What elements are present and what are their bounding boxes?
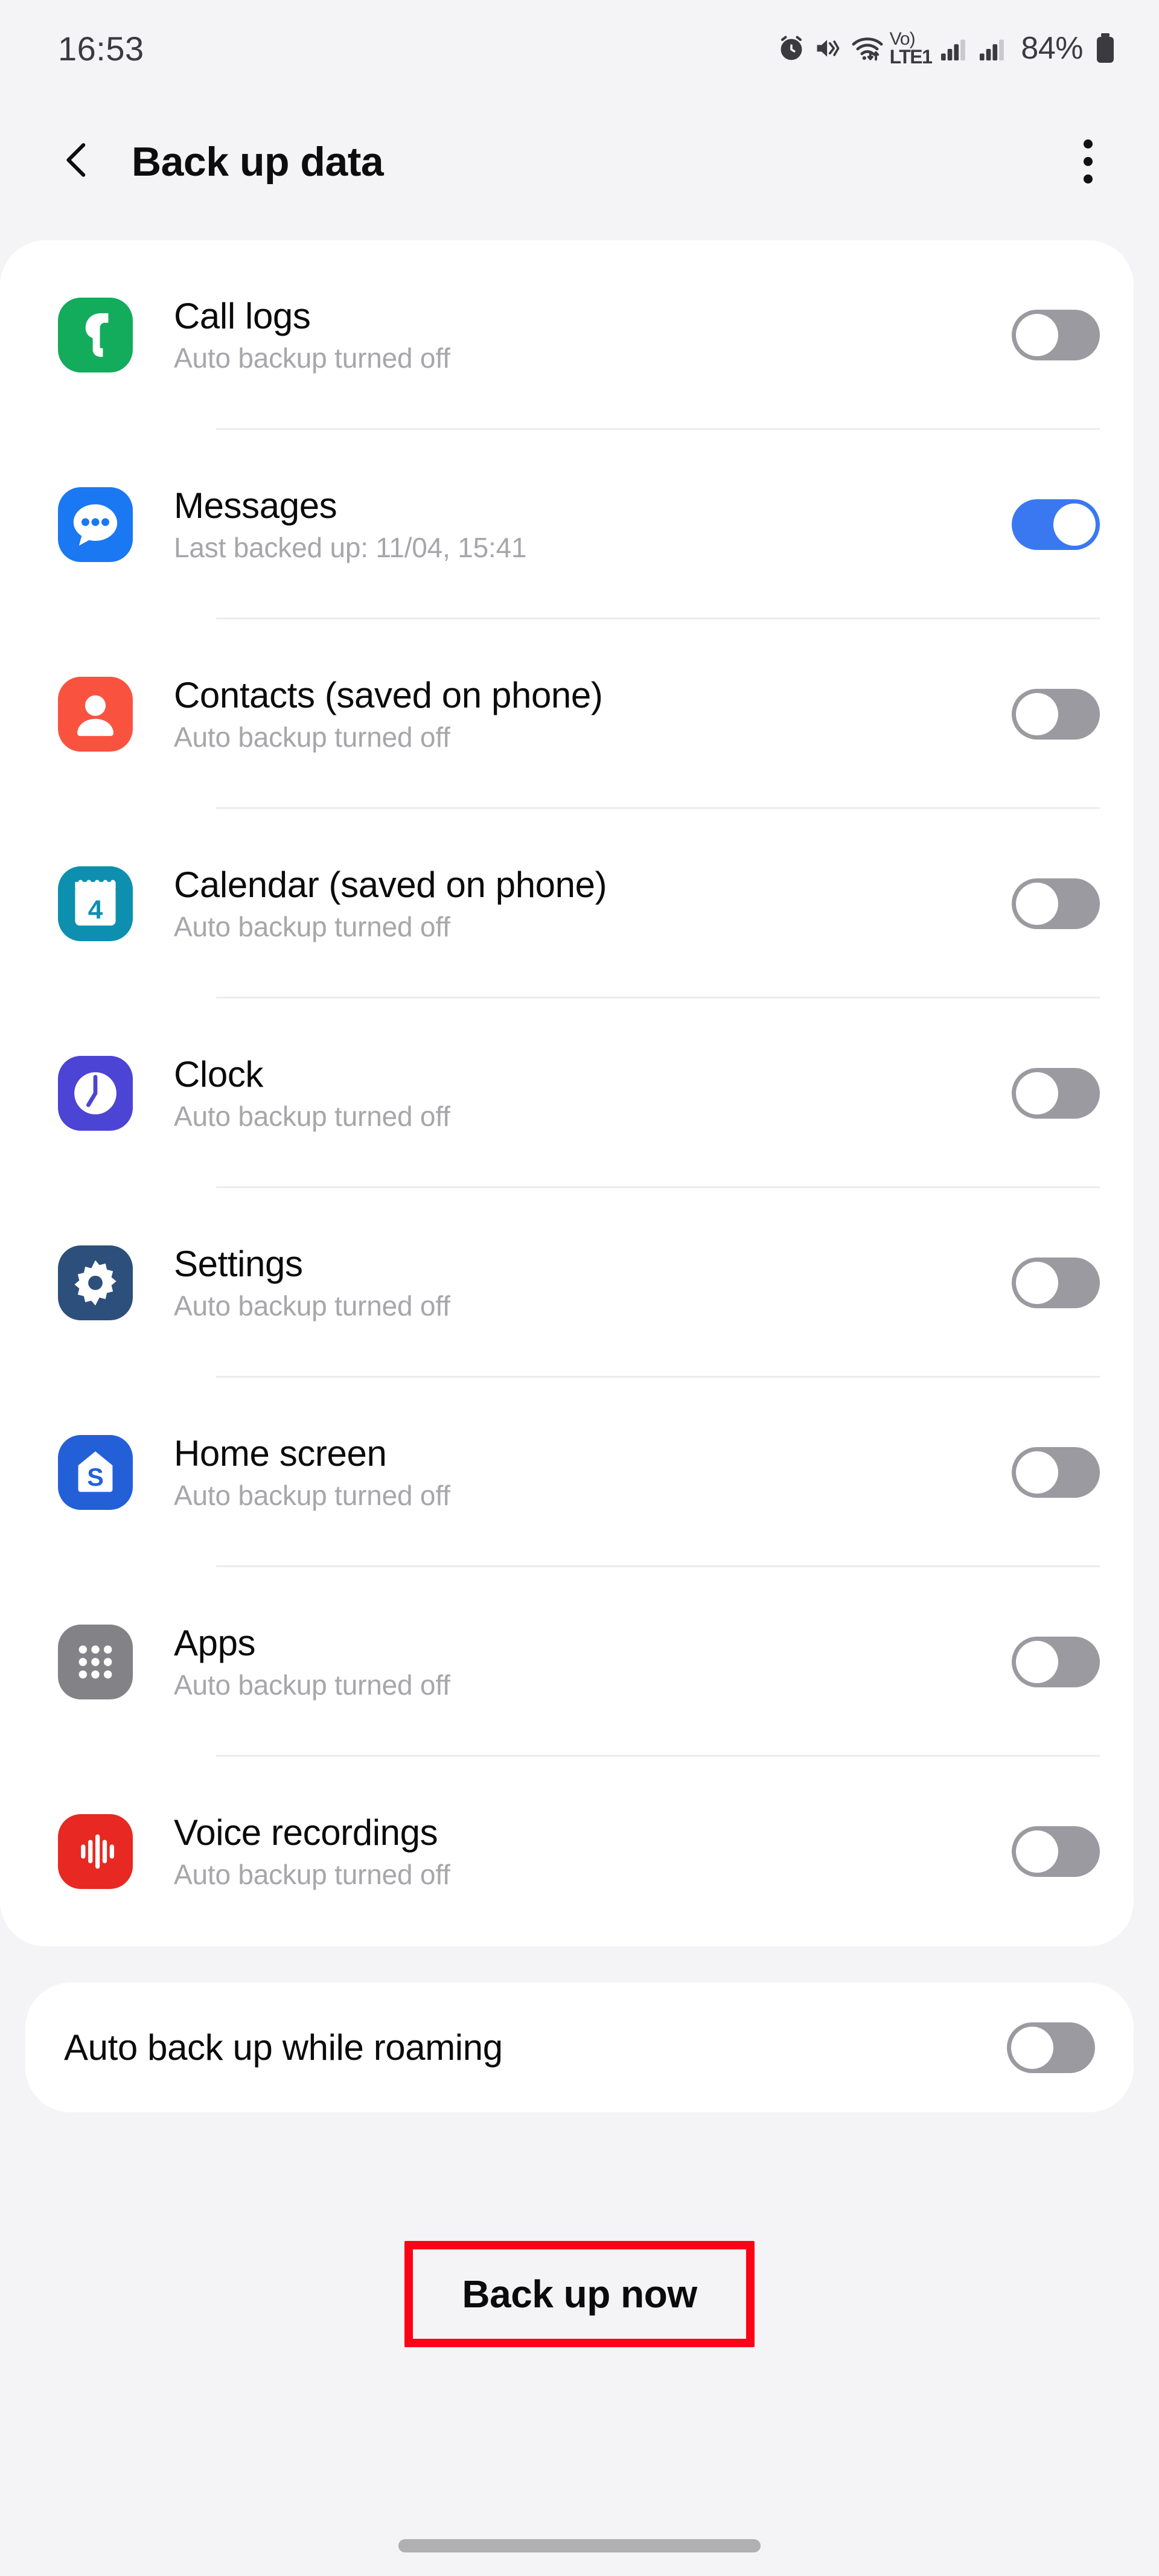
toggle-knob — [1016, 1641, 1058, 1683]
svg-text:4: 4 — [88, 895, 103, 925]
wifi-icon — [851, 34, 884, 63]
backup-item-title: Clock — [174, 1054, 264, 1095]
phone-screen: 16:53 Vo) LTE1 84% Back up data Call log… — [0, 0, 1159, 2576]
backup-item-toggle[interactable] — [1012, 1447, 1100, 1498]
backup-now-button[interactable]: Back up now — [426, 2250, 733, 2338]
page-title: Back up data — [132, 138, 384, 185]
backup-item-toggle[interactable] — [1012, 310, 1100, 360]
mute-vibrate-icon — [814, 34, 843, 62]
roaming-label: Auto back up while roaming — [64, 2027, 503, 2068]
settings-content: Call logs Auto backup turned off Messages L… — [0, 226, 1159, 2516]
backup-item-subtitle: Auto backup turned off — [174, 1669, 450, 1701]
backup-item-row[interactable]: 4 Calendar (saved on phone) Auto backup tu… — [0, 809, 1134, 999]
calendar-icon: 4 — [58, 866, 133, 941]
backup-item-subtitle: Last backed up: 11/04, 15:41 — [174, 532, 527, 564]
gear-icon — [58, 1245, 133, 1320]
backup-items-card: Call logs Auto backup turned off Messages L… — [0, 240, 1134, 1946]
backup-item-text: Messages Last backed up: 11/04, 15:41 — [174, 487, 988, 562]
backup-item-title: Voice recordings — [174, 1812, 438, 1853]
clock-icon — [58, 1056, 133, 1131]
backup-item-title: Call logs — [174, 296, 311, 337]
backup-item-row[interactable]: S Home screen Auto backup turned off — [0, 1378, 1134, 1567]
backup-item-toggle[interactable] — [1012, 1637, 1100, 1687]
more-vertical-icon — [1083, 139, 1093, 184]
toggle-knob — [1016, 1451, 1058, 1494]
backup-item-row[interactable]: Apps Auto backup turned off — [0, 1567, 1134, 1757]
roaming-card[interactable]: Auto back up while roaming — [25, 1983, 1134, 2112]
phone-icon — [58, 298, 133, 372]
toggle-knob — [1016, 1262, 1058, 1304]
backup-item-text: Apps Auto backup turned off — [174, 1624, 988, 1699]
backup-item-title: Apps — [174, 1623, 256, 1664]
navigation-bar — [0, 2516, 1159, 2576]
status-icon-group: Vo) LTE1 84% — [777, 30, 1116, 66]
backup-item-row[interactable]: Contacts (saved on phone) Auto backup tur… — [0, 619, 1134, 809]
backup-item-title: Messages — [174, 485, 337, 526]
backup-item-row[interactable]: Messages Last backed up: 11/04, 15:41 — [0, 430, 1134, 619]
backup-item-subtitle: Auto backup turned off — [174, 1290, 450, 1322]
toggle-knob — [1016, 1830, 1058, 1873]
network-type-label: LTE1 — [889, 46, 933, 68]
roaming-toggle[interactable] — [1007, 2022, 1095, 2073]
toggle-knob — [1016, 693, 1058, 735]
back-button[interactable] — [48, 133, 106, 191]
backup-now-area: Back up now — [0, 2219, 1159, 2370]
backup-item-subtitle: Auto backup turned off — [174, 1101, 450, 1133]
backup-item-text: Call logs Auto backup turned off — [174, 297, 988, 372]
backup-item-text: Home screen Auto backup turned off — [174, 1434, 988, 1510]
backup-item-row[interactable]: Settings Auto backup turned off — [0, 1188, 1134, 1378]
backup-item-toggle[interactable] — [1012, 499, 1100, 550]
backup-item-text: Calendar (saved on phone) Auto backup tur… — [174, 866, 988, 941]
backup-item-row[interactable]: Voice recordings Auto backup turned off — [0, 1757, 1134, 1946]
toggle-knob — [1016, 314, 1058, 356]
backup-item-text: Clock Auto backup turned off — [174, 1055, 988, 1131]
backup-item-toggle[interactable] — [1012, 1258, 1100, 1308]
backup-item-text: Contacts (saved on phone) Auto backup tur… — [174, 676, 988, 752]
status-clock: 16:53 — [58, 29, 144, 68]
battery-percent-label: 84% — [1021, 31, 1083, 66]
backup-item-toggle[interactable] — [1012, 689, 1100, 740]
chevron-left-icon — [56, 139, 98, 184]
backup-item-subtitle: Auto backup turned off — [174, 1480, 450, 1512]
backup-item-subtitle: Auto backup turned off — [174, 911, 450, 943]
backup-item-title: Calendar (saved on phone) — [174, 865, 607, 906]
signal-bars-sim1-icon — [940, 34, 970, 62]
backup-item-toggle[interactable] — [1012, 1826, 1100, 1877]
apps-grid-icon — [58, 1625, 133, 1699]
backup-item-text: Settings Auto backup turned off — [174, 1245, 988, 1320]
contacts-person-icon — [58, 677, 133, 752]
toggle-knob — [1011, 2026, 1053, 2069]
backup-item-toggle[interactable] — [1012, 878, 1100, 929]
app-bar: Back up data — [0, 97, 1159, 226]
gesture-pill[interactable] — [398, 2539, 761, 2552]
backup-item-text: Voice recordings Auto backup turned off — [174, 1814, 988, 1889]
message-bubble-icon — [58, 487, 133, 562]
toggle-knob — [1016, 1072, 1058, 1114]
battery-icon — [1095, 33, 1116, 64]
signal-bars-sim2-icon — [979, 34, 1009, 62]
toggle-knob — [1053, 503, 1096, 546]
backup-item-subtitle: Auto backup turned off — [174, 342, 450, 374]
more-options-button[interactable] — [1059, 133, 1117, 191]
home-screen-icon: S — [58, 1435, 133, 1510]
backup-item-toggle[interactable] — [1012, 1068, 1100, 1119]
backup-item-row[interactable]: Call logs Auto backup turned off — [0, 240, 1134, 430]
backup-item-subtitle: Auto backup turned off — [174, 721, 450, 753]
toggle-knob — [1016, 883, 1058, 925]
backup-item-title: Settings — [174, 1244, 303, 1285]
backup-item-subtitle: Auto backup turned off — [174, 1859, 450, 1891]
status-bar: 16:53 Vo) LTE1 84% — [0, 0, 1159, 97]
volte-icon: Vo) LTE1 — [889, 30, 933, 68]
backup-item-row[interactable]: Clock Auto backup turned off — [0, 999, 1134, 1188]
alarm-icon — [777, 34, 805, 62]
voice-waveform-icon — [58, 1814, 133, 1889]
backup-item-title: Home screen — [174, 1433, 387, 1474]
svg-text:S: S — [87, 1463, 104, 1491]
backup-item-title: Contacts (saved on phone) — [174, 675, 603, 716]
